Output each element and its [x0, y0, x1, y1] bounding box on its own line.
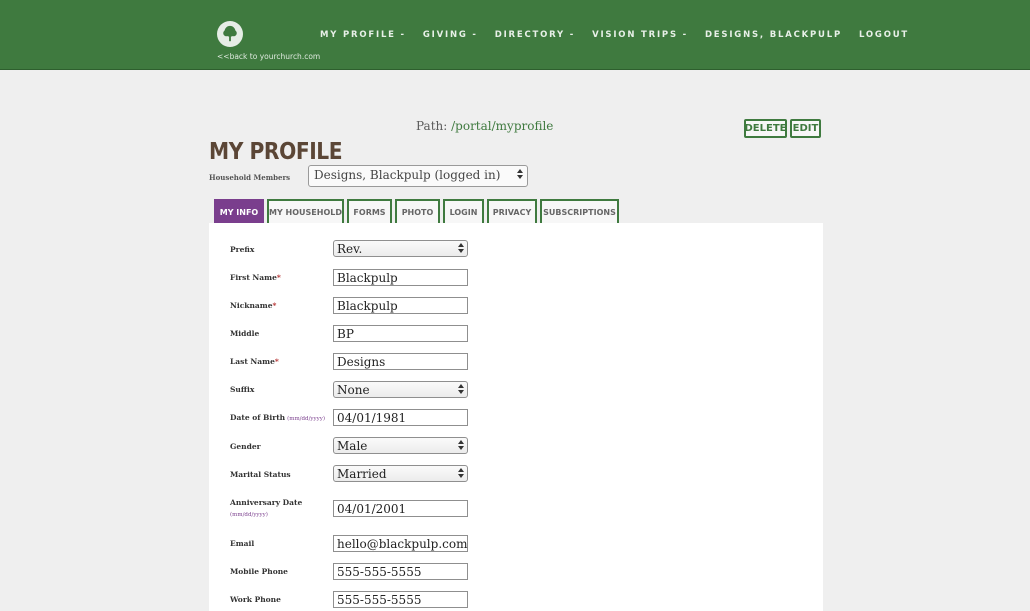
- tab-forms[interactable]: FORMS: [347, 199, 392, 223]
- mobile-phone-field[interactable]: 555-555-5555: [333, 563, 468, 580]
- middle-field[interactable]: BP: [333, 325, 468, 342]
- prefix-select[interactable]: Rev.: [333, 240, 468, 257]
- household-members-label: Household Members: [209, 173, 291, 182]
- church-logo[interactable]: [217, 21, 243, 47]
- mobile-phone-label: Mobile Phone: [230, 567, 288, 576]
- nickname-label: Nickname*: [230, 301, 277, 310]
- tab-photo[interactable]: PHOTO: [395, 199, 440, 223]
- last-name-label: Last Name*: [230, 357, 279, 366]
- select-arrows-icon: [517, 169, 523, 179]
- required-mark: *: [276, 273, 281, 282]
- path-value: /portal/myprofile: [451, 119, 554, 133]
- main-nav: MY PROFILE - GIVING - DIRECTORY - VISION…: [320, 30, 926, 40]
- nav-user-name[interactable]: DESIGNS, BLACKPULP: [705, 30, 842, 40]
- nav-logout[interactable]: LOGOUT: [859, 30, 909, 40]
- household-members-select[interactable]: Designs, Blackpulp (logged in): [308, 165, 528, 187]
- tab-subscriptions[interactable]: SUBSCRIPTIONS: [540, 199, 619, 223]
- select-arrows-icon: [458, 384, 464, 394]
- tab-privacy[interactable]: PRIVACY: [487, 199, 537, 223]
- suffix-select[interactable]: None: [333, 381, 468, 398]
- work-phone-label: Work Phone: [230, 595, 281, 604]
- suffix-value: None: [337, 383, 370, 397]
- date-format-hint: (mm/dd/yyyy): [230, 512, 268, 518]
- required-mark: *: [274, 357, 279, 366]
- path-breadcrumb: Path: /portal/myprofile: [416, 119, 553, 133]
- date-of-birth-field[interactable]: 04/01/1981: [333, 409, 468, 426]
- back-to-church-link[interactable]: <<back to yourchurch.com: [217, 52, 320, 61]
- anniversary-date-field[interactable]: 04/01/2001: [333, 500, 468, 517]
- nav-giving[interactable]: GIVING -: [423, 30, 478, 40]
- gender-value: Male: [337, 439, 368, 453]
- tab-my-household[interactable]: MY HOUSEHOLD: [267, 199, 344, 223]
- page-title: MY PROFILE: [209, 139, 343, 165]
- required-mark: *: [272, 301, 277, 310]
- work-phone-field[interactable]: 555-555-5555: [333, 591, 468, 608]
- email-label: Email: [230, 539, 255, 548]
- last-name-field[interactable]: Designs: [333, 353, 468, 370]
- gender-label: Gender: [230, 442, 261, 451]
- prefix-value: Rev.: [337, 242, 363, 256]
- tree-icon: [223, 25, 237, 42]
- anniversary-date-label: Anniversary Date (mm/dd/yyyy): [230, 498, 303, 518]
- prefix-label: Prefix: [230, 245, 255, 254]
- select-arrows-icon: [458, 468, 464, 478]
- select-arrows-icon: [458, 243, 464, 253]
- delete-button[interactable]: DELETE: [744, 119, 787, 138]
- household-members-value: Designs, Blackpulp (logged in): [314, 168, 501, 182]
- marital-status-label: Marital Status: [230, 470, 291, 479]
- edit-button[interactable]: EDIT: [790, 119, 821, 138]
- first-name-label: First Name*: [230, 273, 281, 282]
- gender-select[interactable]: Male: [333, 437, 468, 454]
- tab-my-info[interactable]: MY INFO: [214, 199, 264, 223]
- suffix-label: Suffix: [230, 385, 255, 394]
- date-format-hint: (mm/dd/yyyy): [287, 416, 326, 422]
- date-of-birth-label: Date of Birth (mm/dd/yyyy): [230, 413, 326, 422]
- marital-status-value: Married: [337, 467, 387, 481]
- top-navigation-bar: <<back to yourchurch.com MY PROFILE - GI…: [0, 0, 1030, 70]
- nickname-field[interactable]: Blackpulp: [333, 297, 468, 314]
- tab-login[interactable]: LOGIN: [443, 199, 484, 223]
- email-field[interactable]: hello@blackpulp.com: [333, 535, 468, 552]
- nav-vision-trips[interactable]: VISION TRIPS -: [592, 30, 688, 40]
- select-arrows-icon: [458, 440, 464, 450]
- middle-label: Middle: [230, 329, 260, 338]
- first-name-field[interactable]: Blackpulp: [333, 269, 468, 286]
- marital-status-select[interactable]: Married: [333, 465, 468, 482]
- nav-directory[interactable]: DIRECTORY -: [495, 30, 575, 40]
- nav-my-profile[interactable]: MY PROFILE -: [320, 30, 406, 40]
- path-label: Path:: [416, 119, 448, 133]
